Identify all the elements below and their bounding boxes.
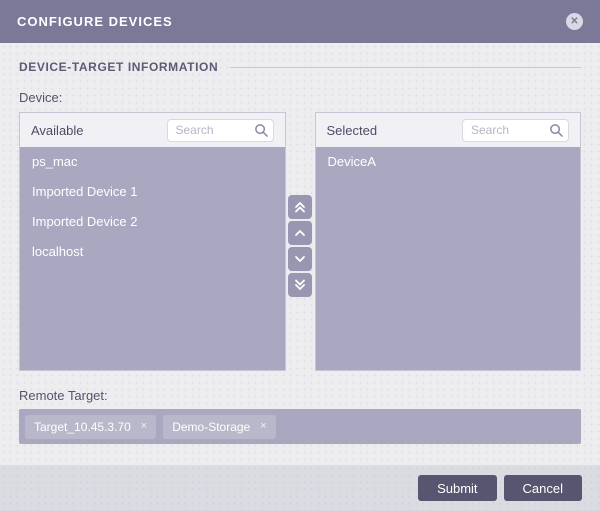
available-title: Available: [31, 122, 84, 138]
selected-search-input[interactable]: [462, 118, 569, 142]
list-item[interactable]: DeviceA: [316, 147, 581, 177]
move-all-down-button[interactable]: [288, 272, 312, 297]
configure-devices-dialog: CONFIGURE DEVICES ✕ DEVICE-TARGET INFORM…: [0, 0, 600, 511]
dialog-footer: Submit Cancel: [0, 465, 600, 511]
move-down-button[interactable]: [288, 246, 312, 271]
double-chevron-up-icon: [295, 201, 305, 212]
device-dual-list: Available ps_mac Imported Device 1 Impor…: [19, 112, 581, 371]
move-up-button[interactable]: [288, 220, 312, 245]
dialog-header: CONFIGURE DEVICES ✕: [0, 0, 600, 43]
selected-panel: Selected DeviceA: [314, 112, 581, 371]
available-panel-header: Available: [20, 113, 285, 147]
remote-target-label: Remote Target:: [19, 388, 108, 403]
section-divider: [230, 66, 581, 68]
available-search: [166, 118, 274, 142]
double-chevron-down-icon: [295, 279, 305, 290]
submit-button[interactable]: Submit: [418, 475, 497, 501]
dialog-title: CONFIGURE DEVICES: [17, 14, 173, 29]
available-search-input[interactable]: [166, 118, 274, 142]
available-list: ps_mac Imported Device 1 Imported Device…: [20, 147, 285, 370]
selected-list: DeviceA: [315, 147, 581, 370]
selected-title: Selected: [326, 122, 378, 138]
transfer-controls: [286, 112, 315, 371]
list-item[interactable]: localhost: [20, 237, 285, 267]
remote-target-tag: Demo-Storage ×: [163, 414, 276, 439]
chevron-up-icon: [295, 229, 305, 236]
remove-tag-icon[interactable]: ×: [260, 421, 266, 432]
section-title: DEVICE-TARGET INFORMATION: [19, 60, 219, 74]
remote-target-field[interactable]: Target_10.45.3.70 × Demo-Storage ×: [19, 409, 581, 444]
remote-target-tag: Target_10.45.3.70 ×: [25, 414, 157, 439]
remove-tag-icon[interactable]: ×: [141, 421, 147, 432]
list-item[interactable]: Imported Device 2: [20, 207, 285, 237]
selected-panel-header: Selected: [316, 113, 581, 147]
tag-label: Target_10.45.3.70: [34, 419, 131, 434]
dialog-body: DEVICE-TARGET INFORMATION Device: Availa…: [0, 43, 600, 465]
device-label: Device:: [19, 90, 63, 105]
section-header: DEVICE-TARGET INFORMATION: [19, 60, 581, 74]
selected-search: [462, 118, 569, 142]
available-panel: Available ps_mac Imported Device 1 Impor…: [19, 112, 286, 371]
chevron-down-icon: [295, 255, 305, 262]
list-item[interactable]: Imported Device 1: [20, 177, 285, 207]
cancel-button[interactable]: Cancel: [503, 475, 582, 501]
list-item[interactable]: ps_mac: [20, 147, 285, 177]
move-all-up-button[interactable]: [288, 194, 312, 219]
close-icon: ✕: [570, 15, 579, 27]
tag-label: Demo-Storage: [172, 419, 251, 434]
close-button[interactable]: ✕: [566, 13, 583, 30]
